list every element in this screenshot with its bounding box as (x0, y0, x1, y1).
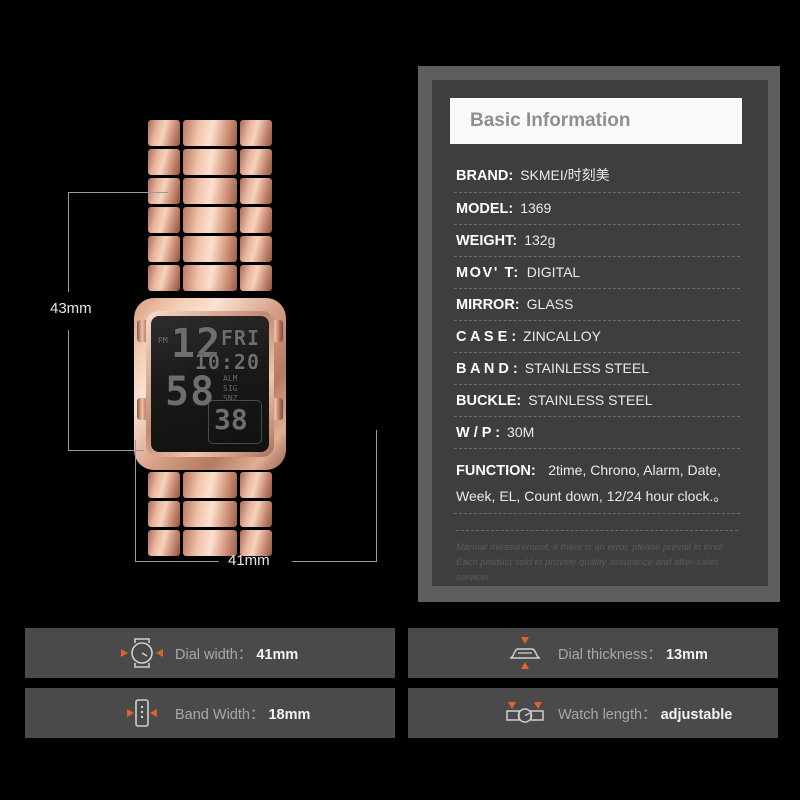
feature-label: Watch length： (558, 706, 657, 723)
bracelet-link (148, 120, 272, 146)
bracelet-link (148, 178, 272, 204)
watch-length-icon (502, 696, 548, 730)
spec-value: 132g (524, 232, 556, 248)
feature-bar-band-width: Band Width： 18mm (25, 688, 395, 738)
height-dim-line-top (68, 192, 69, 292)
spec-function-line-2: Week, EL, Count down, 12/24 hour clock.。 (456, 488, 728, 504)
watch-bezel: PM 12 58 FRI 10:20 ALM SIG SNZ 38 (146, 311, 274, 457)
feature-value: 18mm (268, 706, 311, 723)
feature-bar-dial-thickness: Dial thickness： 13mm (408, 628, 778, 678)
spec-row-water-resistance: W / P : 30M (454, 417, 740, 449)
spec-row-band: B A N D : STAINLESS STEEL (454, 353, 740, 385)
feature-value: 13mm (665, 646, 708, 663)
watch-product-image: PM 12 58 FRI 10:20 ALM SIG SNZ 38 (120, 120, 300, 556)
disclaimer-line-2: Each product sold to provide quality ass… (456, 557, 719, 583)
disclaimer-text: Manual measurement, if there is an error… (456, 540, 740, 585)
width-dim-line-left (135, 561, 219, 562)
watch-band-width-icon (119, 696, 165, 730)
feature-label: Dial width： (175, 646, 253, 663)
spec-row-model: MODEL: 1369 (454, 193, 740, 225)
spec-row-brand: BRAND: SKMEI/时刻美 (454, 158, 740, 193)
spec-label: FUNCTION: (456, 463, 536, 479)
bracelet-link (148, 207, 272, 233)
specification-panel-frame: Basic Information BRAND: SKMEI/时刻美 MODEL… (418, 66, 780, 602)
height-dim-tick-bottom (68, 450, 144, 451)
spec-value: 30M (507, 424, 535, 440)
width-dim-tick-left (135, 440, 136, 562)
height-dim-tick-top (68, 192, 168, 193)
feature-value: adjustable (660, 706, 733, 723)
spec-label: MIRROR: (456, 297, 520, 313)
spec-rows-list: BRAND: SKMEI/时刻美 MODEL: 1369 WEIGHT: 132… (454, 158, 740, 585)
feature-text: Band Width： 18mm (175, 703, 310, 724)
feature-bar-watch-length: Watch length： adjustable (408, 688, 778, 738)
lcd-meridiem: PM (158, 336, 168, 345)
lcd-indicator-alm: ALM (223, 374, 238, 383)
spec-panel-title: Basic Information (470, 110, 631, 131)
bracelet-link (148, 472, 272, 498)
spec-label: W / P : (456, 425, 501, 441)
width-dim-tick-right (376, 430, 377, 562)
spec-value: DIGITAL (526, 264, 581, 280)
feature-label: Band Width： (175, 706, 265, 723)
bracelet-link (148, 149, 272, 175)
spec-row-function: FUNCTION: 2time, Chrono, Alarm, Date, We… (454, 449, 740, 514)
spec-value: SKMEI/时刻美 (520, 167, 610, 183)
spec-row-movement: MOV' T: DIGITAL (454, 257, 740, 289)
bracelet-link (148, 501, 272, 527)
bracelet-link (148, 236, 272, 262)
feature-bar-dial-width: Dial width： 41mm (25, 628, 395, 678)
spec-value: ZINCALLOY (523, 328, 601, 344)
feature-text: Dial thickness： 13mm (558, 643, 708, 664)
lcd-secondary-time: 10:20 (194, 350, 260, 374)
specification-panel: Basic Information BRAND: SKMEI/时刻美 MODEL… (432, 80, 768, 586)
spec-row-weight: WEIGHT: 132g (454, 225, 740, 257)
spec-value: 1369 (520, 200, 552, 216)
disclaimer-separator (456, 530, 738, 531)
height-dim-label: 43mm (50, 300, 92, 317)
watch-thickness-icon (502, 636, 548, 670)
spec-label: C A S E : (456, 329, 517, 345)
spec-label: MOV' T: (456, 265, 520, 281)
spec-label: B A N D : (456, 361, 518, 377)
bracelet-link (148, 265, 272, 291)
feature-label: Dial thickness： (558, 646, 662, 663)
bracelet-upper (148, 120, 272, 294)
spec-label: BRAND: (456, 168, 514, 184)
spec-row-buckle: BUCKLE: STAINLESS STEEL (454, 385, 740, 417)
lcd-indicator-sig: SIG (223, 384, 238, 393)
feature-value: 41mm (256, 646, 299, 663)
watch-photo-pane: PM 12 58 FRI 10:20 ALM SIG SNZ 38 43mm 4… (0, 0, 410, 610)
spec-panel-header: Basic Information (450, 98, 742, 144)
spec-function-line-1: 2time, Chrono, Alarm, Date, (548, 462, 721, 478)
spec-row-mirror: MIRROR: GLASS (454, 289, 740, 321)
lcd-boxed-value: 38 (214, 403, 248, 436)
width-dim-line-right (292, 561, 376, 562)
spec-value: STAINLESS STEEL (528, 392, 653, 408)
watch-lcd-screen: PM 12 58 FRI 10:20 ALM SIG SNZ 38 (151, 316, 269, 452)
lcd-boxed-value-frame: 38 (208, 400, 262, 444)
height-dim-line-bottom (68, 330, 69, 450)
spec-row-case: C A S E : ZINCALLOY (454, 321, 740, 353)
feature-text: Watch length： adjustable (558, 703, 732, 724)
spec-label: MODEL: (456, 201, 514, 217)
disclaimer-line-1: Manual measurement, if there is an error… (456, 542, 724, 553)
watch-case: PM 12 58 FRI 10:20 ALM SIG SNZ 38 (134, 298, 286, 470)
feature-text: Dial width： 41mm (175, 643, 298, 664)
watch-dial-width-icon (119, 636, 165, 670)
spec-label: WEIGHT: (456, 233, 518, 249)
spec-value: STAINLESS STEEL (524, 360, 649, 376)
spec-label: BUCKLE: (456, 393, 522, 409)
bracelet-lower (148, 472, 272, 559)
lcd-weekday: FRI (220, 326, 260, 350)
width-dim-label: 41mm (228, 552, 270, 569)
spec-value: GLASS (526, 296, 574, 312)
